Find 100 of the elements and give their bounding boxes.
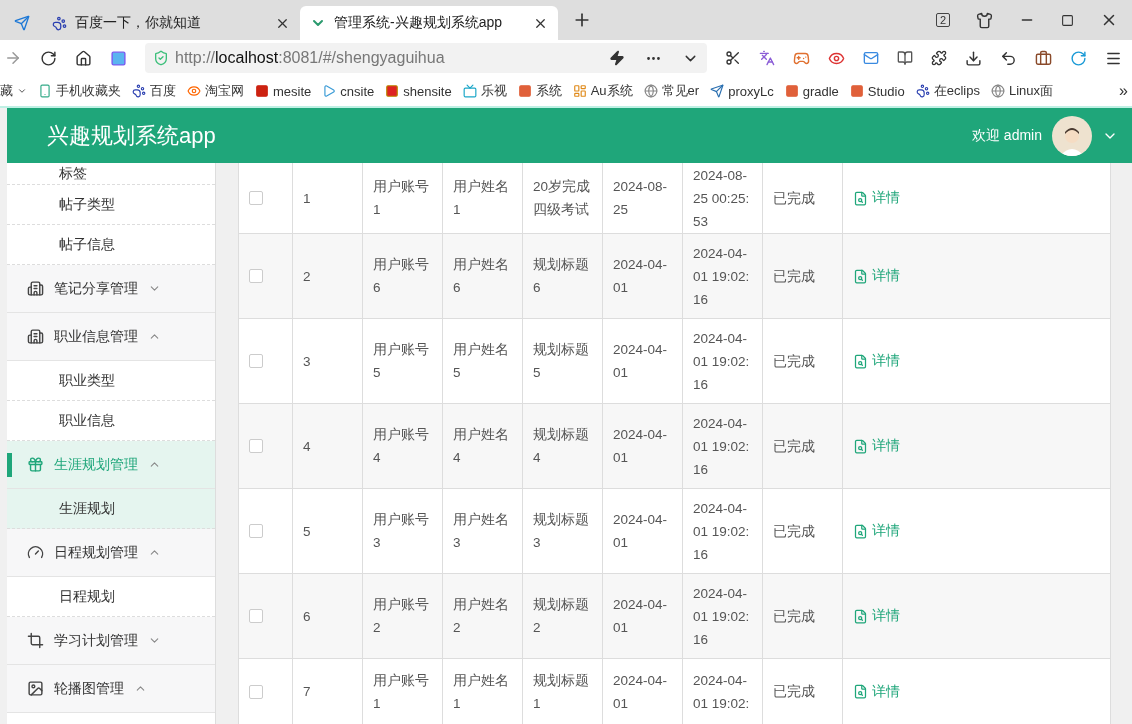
bookmark-link[interactable]: 常见er [661, 82, 700, 100]
row-checkbox[interactable] [249, 439, 263, 453]
table-cell-text: 规划标题1 [533, 671, 590, 713]
shirt-icon[interactable] [976, 11, 993, 29]
table-cell-text: 6 [303, 607, 312, 626]
table-cell-text: 用户账号3 [373, 511, 430, 552]
phone-icon [38, 84, 52, 98]
file-search-icon [853, 268, 868, 284]
bookmark-link[interactable]: Linux面 [1008, 82, 1054, 100]
welcome-text: 欢迎 admin [971, 126, 1042, 145]
puzzle-icon[interactable] [931, 50, 947, 66]
square-icon [849, 84, 864, 98]
bookmark-link[interactable]: 手机收藏夹 [56, 82, 121, 100]
table-cell-text: 用户账号2 [373, 596, 430, 637]
bookmark-link[interactable]: proxyLc [728, 83, 774, 99]
table-cell-text: 2024-04-01 [613, 341, 669, 382]
play-icon [322, 84, 337, 98]
sync-icon[interactable] [1070, 49, 1087, 67]
table-cell-text: 2024-04-01 [613, 596, 669, 637]
sidebar-group[interactable]: 学习计划管理 [7, 617, 215, 665]
row-checkbox[interactable] [249, 609, 263, 623]
forward-icon[interactable] [4, 49, 22, 67]
briefcase-icon[interactable] [1035, 49, 1052, 67]
home-icon[interactable] [75, 49, 92, 67]
globe-icon [643, 84, 658, 98]
maximize-icon[interactable] [1061, 13, 1074, 27]
table-cell-text: 用户账号1 [373, 178, 430, 219]
table-cell-text: 2024-04-01 19:02:16 [693, 584, 751, 649]
table-cell-text: 用户姓名3 [453, 511, 510, 552]
sidebar-group[interactable]: 轮播图管理 [7, 665, 215, 713]
book-icon[interactable] [897, 50, 913, 66]
table-cell-text: 用户姓名2 [453, 596, 510, 637]
bookmark-link[interactable]: cnsite [340, 83, 375, 99]
file-search-icon [853, 190, 868, 206]
bookmark-link[interactable]: shensite [403, 83, 452, 99]
bookmark-link[interactable]: 百度 [150, 82, 176, 100]
bookmark-link[interactable]: 系统 [535, 82, 562, 100]
file-search-icon [853, 438, 868, 454]
table-cell-text: 已完成 [773, 683, 816, 701]
caret-icon [17, 86, 27, 96]
browser-tab[interactable]: 百度一下，你就知道 [42, 6, 300, 40]
grid-icon [572, 84, 587, 98]
table-cell-text: 已完成 [773, 522, 816, 541]
row-checkbox[interactable] [249, 354, 263, 368]
bookmark-link[interactable]: Studio [867, 83, 905, 99]
bookmark-link[interactable]: gradle [802, 83, 839, 99]
sidebar-item[interactable]: 生涯规划 [7, 489, 215, 529]
translate-icon[interactable] [759, 50, 775, 66]
tv-icon [462, 84, 477, 98]
row-checkbox[interactable] [249, 524, 263, 538]
sidebar-item[interactable]: 标签 [7, 163, 215, 185]
avatar[interactable] [1052, 115, 1092, 156]
sidebar-group[interactable]: 笔记分享管理 [7, 265, 215, 313]
paw-icon [52, 15, 67, 31]
sidebar-group[interactable]: 日程规划管理 [7, 529, 215, 577]
table-cell-text: 已完成 [773, 352, 816, 371]
sidebar-group[interactable]: 职业信息管理 [7, 313, 215, 361]
download-icon[interactable] [965, 49, 982, 67]
lightning-icon[interactable] [609, 50, 625, 66]
table-cell-text: 2024-04-01 19:02:16 [693, 499, 751, 564]
bookmark-link[interactable]: mesite [273, 83, 312, 99]
tab-title: 百度一下，你就知道 [75, 14, 202, 32]
bookmark-link[interactable]: 乐视 [480, 82, 507, 100]
globe-icon [990, 84, 1005, 98]
paw-icon [132, 84, 146, 98]
browser-tab[interactable]: 管理系统-兴趣规划系统app [300, 6, 558, 40]
tab-count[interactable]: 2 [935, 13, 950, 27]
table-cell-text: 已完成 [773, 189, 816, 208]
bookmark-link[interactable]: 在eclips [933, 82, 980, 100]
reload-icon[interactable] [40, 49, 57, 67]
table-cell-text: 2024-04-01 [613, 511, 669, 552]
table-cell-text: 用户账号1 [373, 671, 430, 713]
table-cell-text: 3 [303, 352, 312, 371]
file-search-icon [853, 608, 868, 624]
table-cell-text: 已完成 [773, 267, 816, 286]
tab-title: 管理系统-兴趣规划系统app [334, 14, 504, 32]
mail-icon[interactable] [863, 50, 879, 66]
bookmark-link[interactable]: 藏 [0, 82, 13, 100]
table-cell-text: 已完成 [773, 437, 816, 456]
table-cell-text: 2024-04-01 19:02:16 [693, 329, 751, 394]
app-title: 兴趣规划系统app [47, 121, 216, 150]
bookmark-link[interactable]: 淘宝网 [205, 82, 244, 100]
table-cell-text: 用户账号6 [373, 256, 430, 297]
shield-icon [153, 50, 169, 66]
row-checkbox[interactable] [249, 684, 263, 699]
table-cell-text: 2024-04-01 19:02:16 [693, 244, 751, 309]
more-bookmarks[interactable]: » [1119, 82, 1128, 100]
address-bar[interactable]: http://localhost:8081/#/shengyaguihua [145, 43, 707, 73]
table-cell-text: 用户姓名4 [453, 426, 510, 467]
table-cell-text: 4 [303, 437, 312, 456]
row-checkbox[interactable] [249, 269, 263, 283]
bookmark-link[interactable]: Au系统 [590, 82, 633, 100]
table-cell-text: 已完成 [773, 607, 816, 626]
row-checkbox[interactable] [249, 191, 263, 205]
table-cell-text: 2024-04-01 19:02: [693, 671, 751, 713]
table-cell-text: 用户姓名1 [453, 178, 510, 219]
scissors-icon[interactable] [725, 50, 741, 66]
undo-icon[interactable] [1000, 49, 1017, 67]
file-search-icon [853, 684, 868, 699]
table-cell-text: 规划标题5 [533, 341, 590, 382]
